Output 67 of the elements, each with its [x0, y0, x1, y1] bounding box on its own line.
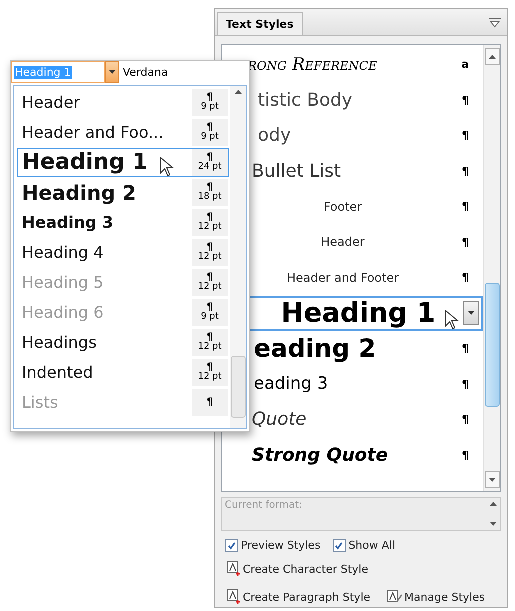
scroll-up-button[interactable]: [484, 48, 500, 65]
scroll-thumb[interactable]: [230, 356, 246, 418]
checkbox-box[interactable]: [225, 539, 238, 552]
current-format-input[interactable]: Current format:: [222, 498, 486, 513]
scroll-down-button[interactable]: [484, 471, 500, 488]
style-size-cell: ¶ 12 pt: [192, 209, 228, 236]
up-arrow-icon: [234, 90, 242, 94]
style-size-cell: ¶: [192, 389, 228, 416]
style-list-item[interactable]: Header and Foo... ¶ 9 pt: [17, 118, 229, 147]
checkbox-box[interactable]: [332, 539, 346, 552]
check-icon: [228, 542, 236, 550]
check-icon: [335, 542, 344, 550]
dropdown-button[interactable]: [105, 61, 119, 83]
style-list-item[interactable]: Heading 2 ¶ 18 pt: [17, 178, 229, 207]
style-action-link[interactable]: Manage Styles: [386, 589, 486, 605]
manage-styles-icon: [386, 590, 403, 604]
style-type-mark: ¶: [462, 271, 469, 284]
style-size-cell: ¶ 18 pt: [192, 179, 228, 206]
current-format-field[interactable]: Current format:: [221, 497, 501, 531]
style-size-cell: ¶ 12 pt: [192, 269, 228, 296]
style-size-cell: ¶ 12 pt: [192, 239, 228, 266]
style-action-link[interactable]: Create Character Style: [227, 561, 486, 577]
pointer-cursor-icon: [160, 157, 174, 177]
style-type-mark: ¶: [462, 129, 469, 142]
panel-tab[interactable]: Text Styles: [217, 12, 303, 35]
style-size-cell: ¶ 9 pt: [192, 119, 228, 146]
up-arrow-icon: [488, 54, 496, 58]
up-arrow-icon: [490, 502, 496, 506]
style-list-item[interactable]: Header ¶ 9 pt: [17, 88, 229, 117]
font-name-field[interactable]: Verdana: [119, 61, 249, 83]
style-type-mark: ¶: [462, 378, 469, 391]
style-list-item[interactable]: Heading 1 ¶ 24 pt: [17, 148, 229, 177]
caret-icon: [108, 70, 116, 74]
style-list-item[interactable]: Indented ¶ 12 pt: [17, 358, 229, 387]
style-size-cell: ¶ 24 pt: [192, 149, 228, 176]
style-type-mark: ¶: [462, 200, 469, 214]
checkbox[interactable]: Show All: [332, 539, 396, 552]
style-list-item[interactable]: Lists ¶: [17, 388, 229, 417]
new-style-icon: [227, 561, 241, 577]
checkbox[interactable]: Preview Styles: [225, 539, 321, 552]
down-arrow-icon: [490, 522, 496, 526]
style-size-cell: ¶ 12 pt: [192, 359, 228, 386]
pointer-cursor-icon: [445, 310, 459, 330]
down-arrow-icon: [488, 478, 496, 482]
style-type-mark: ¶: [462, 448, 469, 462]
style-size-cell: ¶ 12 pt: [192, 329, 228, 356]
style-list-item[interactable]: Headings ¶ 12 pt: [17, 328, 229, 357]
scroll-thumb[interactable]: [484, 283, 500, 407]
style-row[interactable]: Strong Quote ¶: [222, 438, 483, 473]
style-type-mark: ¶: [462, 342, 469, 356]
style-type-mark: ¶: [462, 94, 469, 107]
style-type-mark: ¶: [462, 413, 469, 426]
new-style-icon: [227, 589, 241, 605]
style-size-cell: ¶ 9 pt: [192, 89, 228, 116]
scrollbar[interactable]: [483, 45, 500, 491]
style-list-item[interactable]: Heading 3 ¶ 12 pt: [17, 208, 229, 237]
scrollbar[interactable]: [230, 86, 246, 428]
style-action-link[interactable]: Create Paragraph Style: [227, 589, 371, 605]
style-list-item[interactable]: Heading 4 ¶ 12 pt: [17, 238, 229, 267]
style-type-mark: ¶: [462, 236, 469, 249]
style-list-item[interactable]: Heading 5 ¶ 12 pt: [17, 268, 229, 297]
caret-icon: [468, 311, 474, 316]
style-type-mark: a: [462, 58, 469, 72]
style-size-cell: ¶ 9 pt: [192, 299, 228, 326]
panel-menu-icon[interactable]: [489, 18, 501, 28]
style-type-mark: ¶: [462, 164, 469, 178]
row-dropdown-button[interactable]: [463, 301, 479, 326]
